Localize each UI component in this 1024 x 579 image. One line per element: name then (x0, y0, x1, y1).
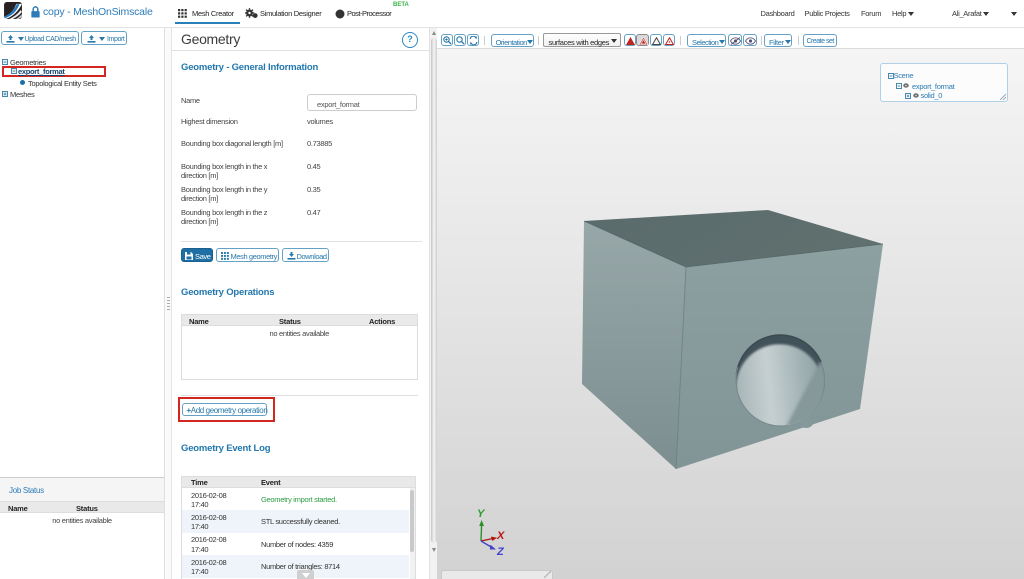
svg-text:X: X (496, 530, 505, 542)
svg-text:Y: Y (477, 508, 486, 520)
svg-text:Z: Z (496, 546, 505, 558)
